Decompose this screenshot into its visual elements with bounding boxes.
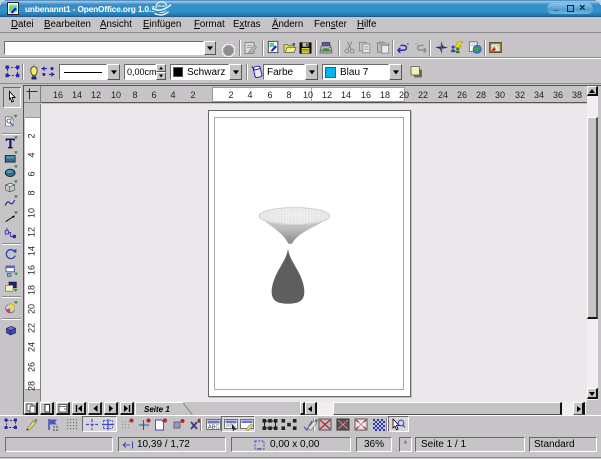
svg-text:ABC: ABC [208,425,219,431]
